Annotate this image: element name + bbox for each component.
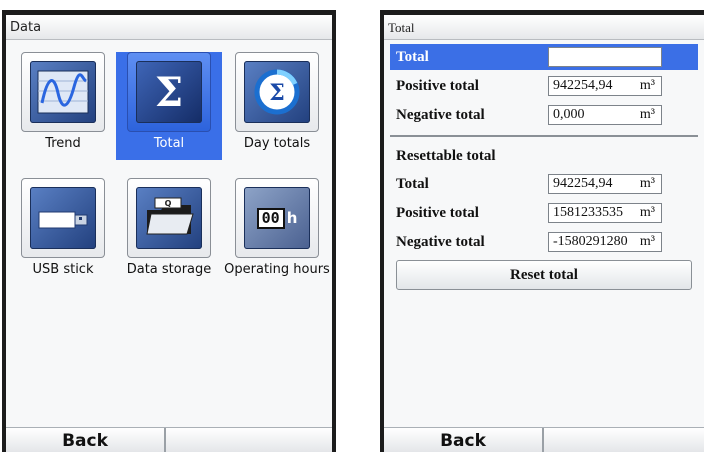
back-button[interactable]: Back <box>384 428 544 452</box>
value-field: 942254,94 m³ <box>548 47 662 67</box>
tile-operating-hours[interactable]: 00 h Operating hours <box>224 178 330 286</box>
tile-frame: Σ <box>127 52 211 132</box>
sigma-icon: Σ <box>136 61 202 123</box>
operating-hours-icon: 00 h <box>244 187 310 249</box>
unit-text: m³ <box>639 205 655 220</box>
tile-data-storage[interactable]: Q Data storage <box>116 178 222 286</box>
data-menu-panel: Data Trend Σ Total Σ Day totals USB stic… <box>6 15 332 452</box>
resettable-positive-row[interactable]: Positive total 1581233535 m³ <box>390 200 698 226</box>
value-field: 942254,94 m³ <box>548 174 662 194</box>
softkey-right[interactable] <box>166 428 332 452</box>
resettable-total-row[interactable]: Total 942254,94 m³ <box>390 171 698 197</box>
value-field: 0,000 m³ <box>548 105 662 125</box>
tile-frame: 00 h <box>235 178 319 258</box>
hour-counter-unit: h <box>286 209 298 227</box>
data-menu-screen: Data Trend Σ Total Σ Day totals USB stic… <box>2 10 336 452</box>
row-label: Total <box>396 175 429 192</box>
softkey-right[interactable] <box>544 428 704 452</box>
back-button[interactable]: Back <box>6 428 166 452</box>
tile-label: Operating hours <box>224 262 330 277</box>
value-text: -1580291280 <box>553 234 628 249</box>
resettable-heading: Resettable total <box>390 143 698 169</box>
tile-label: Data storage <box>126 262 212 277</box>
row-label: Positive total <box>396 77 479 94</box>
day-totals-icon: Σ <box>244 61 310 123</box>
value-text: 942254,94 <box>553 78 613 93</box>
negative-total-row[interactable]: Negative total 0,000 m³ <box>390 102 698 128</box>
tile-usb-stick[interactable]: USB stick <box>10 178 116 286</box>
section-divider <box>390 135 698 137</box>
resettable-negative-row[interactable]: Negative total -1580291280 m³ <box>390 229 698 255</box>
value-text: 942254,94 <box>553 176 613 191</box>
data-storage-icon: Q <box>136 187 202 249</box>
tile-trend[interactable]: Trend <box>10 52 116 160</box>
tile-frame: Σ <box>235 52 319 132</box>
reset-total-button[interactable]: Reset total <box>396 260 692 290</box>
unit-text: m³ <box>639 107 655 122</box>
positive-total-row[interactable]: Positive total 942254,94 m³ <box>390 73 698 99</box>
tile-frame: Q <box>127 178 211 258</box>
row-label: Negative total <box>396 233 485 250</box>
softkey-bar: Back <box>384 427 704 452</box>
value-text: 0,000 <box>553 107 585 122</box>
day-sigma-glyph: Σ <box>269 80 285 106</box>
unit-text: m³ <box>639 176 655 191</box>
row-label: Positive total <box>396 204 479 221</box>
value-field: 1581233535 m³ <box>548 203 662 223</box>
value-text: 1581233535 <box>553 205 623 220</box>
unit-text: m³ <box>639 78 655 93</box>
folder-tag-text: Q <box>165 199 172 208</box>
tile-day-totals[interactable]: Σ Day totals <box>224 52 330 160</box>
total-panel: Total Total 942254,94 m³ Positive total … <box>384 15 704 452</box>
tile-frame <box>21 178 105 258</box>
value-field: -1580291280 m³ <box>548 232 662 252</box>
hour-counter: 00 h <box>256 207 298 229</box>
total-row[interactable]: Total 942254,94 m³ <box>390 44 698 70</box>
tile-label: Total <box>153 136 185 151</box>
tile-total[interactable]: Σ Total <box>116 52 222 160</box>
screen-title: Total <box>384 15 704 40</box>
value-field: 942254,94 m³ <box>548 76 662 96</box>
tile-label: Trend <box>45 136 81 151</box>
softkey-bar: Back <box>6 427 332 452</box>
tile-label: USB stick <box>32 262 94 277</box>
usb-stick-icon <box>30 187 96 249</box>
tile-label: Day totals <box>243 136 311 151</box>
unit-text: m³ <box>639 49 655 64</box>
sigma-glyph: Σ <box>154 68 184 116</box>
screen-title: Data <box>6 15 332 40</box>
trend-icon <box>30 61 96 123</box>
tile-frame <box>21 52 105 132</box>
hour-counter-digits: 00 <box>256 207 285 229</box>
value-text: 942254,94 <box>553 49 613 64</box>
row-label: Total <box>396 48 429 65</box>
section-heading: Resettable total <box>396 147 496 164</box>
unit-text: m³ <box>639 234 655 249</box>
row-label: Negative total <box>396 106 485 123</box>
total-screen: Total Total 942254,94 m³ Positive total … <box>380 10 704 452</box>
